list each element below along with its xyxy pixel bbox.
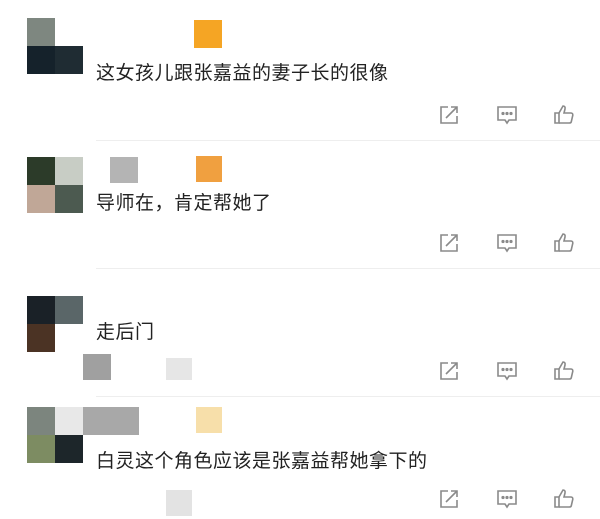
share-icon — [440, 490, 458, 508]
avatar[interactable] — [27, 157, 83, 213]
share-icon — [440, 106, 458, 124]
comment-actions — [0, 102, 600, 128]
comment-icon — [497, 106, 517, 125]
avatar[interactable] — [27, 407, 83, 463]
username-block — [110, 157, 138, 183]
share-icon — [440, 234, 458, 252]
like-icon — [554, 361, 574, 380]
like-icon — [554, 105, 574, 124]
reply-button[interactable] — [494, 102, 520, 128]
user-badge — [196, 407, 222, 433]
like-button[interactable] — [551, 230, 577, 256]
like-button[interactable] — [551, 486, 577, 512]
user-badge — [194, 20, 222, 48]
user-badge — [196, 156, 222, 182]
username-block — [83, 407, 139, 435]
like-button[interactable] — [551, 102, 577, 128]
comment-text: 白灵这个角色应该是张嘉益帮她拿下的 — [96, 450, 428, 472]
like-button[interactable] — [551, 358, 577, 384]
reply-button[interactable] — [494, 358, 520, 384]
like-icon — [554, 489, 574, 508]
share-button[interactable] — [436, 230, 462, 256]
divider — [96, 268, 600, 269]
share-button[interactable] — [436, 102, 462, 128]
divider — [96, 140, 600, 141]
divider — [96, 396, 600, 397]
comment-icon — [497, 362, 517, 381]
reply-button[interactable] — [494, 230, 520, 256]
share-button[interactable] — [436, 358, 462, 384]
comment-text: 导师在，肯定帮她了 — [96, 192, 272, 214]
share-icon — [440, 362, 458, 380]
avatar[interactable] — [27, 296, 83, 352]
reply-button[interactable] — [494, 486, 520, 512]
comment-actions — [0, 486, 600, 512]
comment-text: 走后门 — [96, 321, 155, 343]
like-icon — [554, 233, 574, 252]
comment-icon — [497, 490, 517, 509]
avatar[interactable] — [27, 18, 83, 74]
comment-text: 这女孩儿跟张嘉益的妻子长的很像 — [96, 62, 389, 84]
comment-actions — [0, 230, 600, 256]
comment-icon — [497, 234, 517, 253]
comment-actions — [0, 358, 600, 384]
share-button[interactable] — [436, 486, 462, 512]
